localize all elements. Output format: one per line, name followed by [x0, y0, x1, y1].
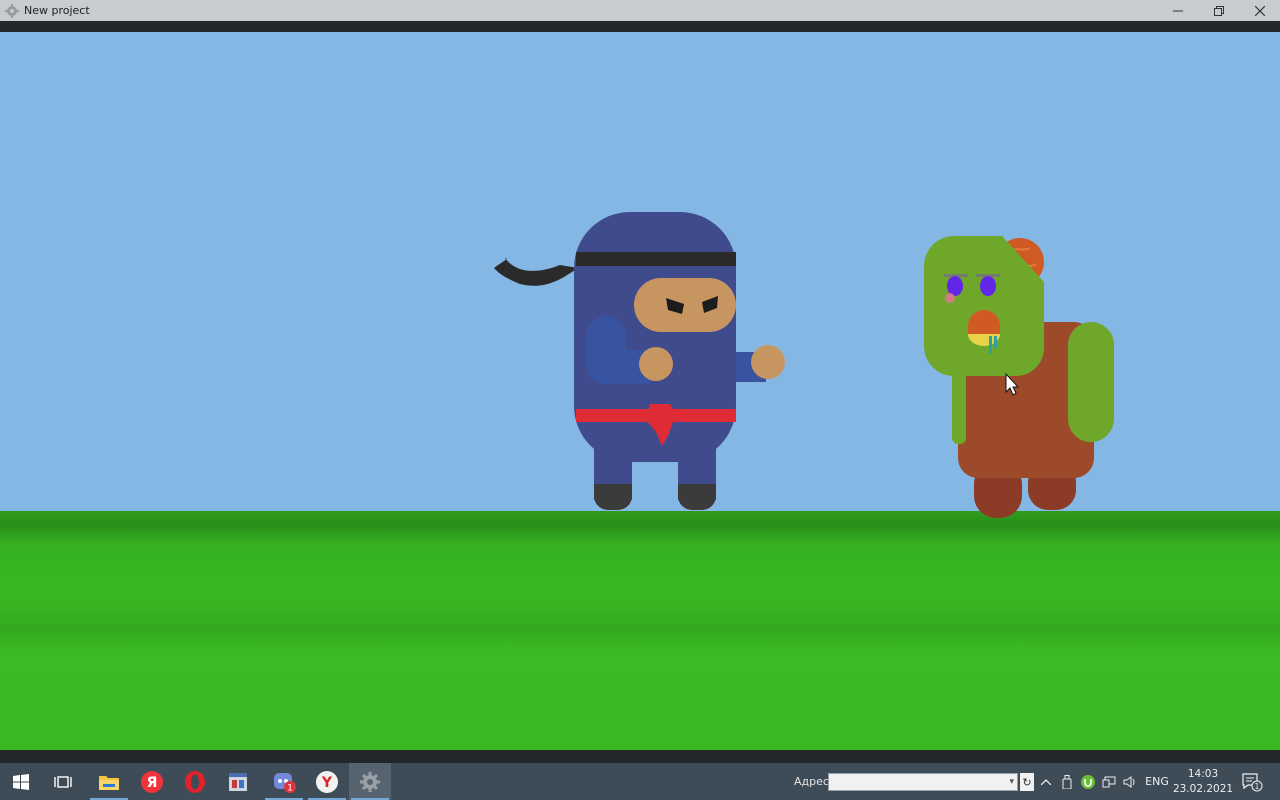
windows-taskbar: Я 1 Y Адрес ▾ ↻ ENG 14:03 23.02.2021 1 — [0, 763, 1280, 800]
close-icon — [1254, 5, 1265, 16]
svg-text:Y: Y — [321, 775, 333, 791]
discord-icon: 1 — [274, 772, 296, 793]
zombie-eye-right — [980, 276, 996, 296]
show-hidden-icons-button[interactable] — [1038, 763, 1054, 800]
yandex-browser-button[interactable]: Y — [306, 763, 348, 800]
taskbar-clock[interactable]: 14:03 23.02.2021 — [1172, 767, 1234, 797]
yandex-icon: Я — [141, 770, 163, 793]
task-view-icon — [54, 775, 72, 788]
start-button[interactable] — [0, 763, 42, 800]
minimize-icon — [1172, 10, 1183, 11]
zombie-arm-back — [952, 370, 966, 444]
chevron-up-icon — [1041, 778, 1051, 785]
network-icon — [1102, 776, 1116, 787]
discord-button[interactable]: 1 — [263, 763, 305, 800]
restore-button[interactable] — [1198, 0, 1239, 21]
app-window-icon — [229, 772, 247, 791]
opera-button[interactable] — [174, 763, 216, 800]
viewport-top-border — [0, 21, 1280, 32]
viewport-bottom-border — [0, 750, 1280, 763]
restore-icon — [1213, 5, 1224, 16]
task-view-button[interactable] — [42, 763, 84, 800]
notification-icon: 1 — [1242, 772, 1263, 791]
action-center-button[interactable]: 1 — [1236, 763, 1268, 800]
clock-time: 14:03 — [1187, 768, 1219, 780]
game-scene — [0, 32, 1280, 750]
close-button[interactable] — [1239, 0, 1280, 21]
game-viewport[interactable] — [0, 32, 1280, 750]
tray-volume-button[interactable] — [1121, 763, 1139, 800]
yandex-button[interactable]: Я — [131, 763, 173, 800]
ninja-headband — [576, 252, 736, 266]
minimize-button[interactable] — [1157, 0, 1198, 21]
svg-text:1: 1 — [287, 783, 293, 793]
ninja-hand-left — [639, 347, 673, 381]
address-toolbar-label: Адрес — [794, 775, 829, 788]
ninja-hand-right — [751, 345, 785, 379]
tray-network-button[interactable] — [1100, 763, 1118, 800]
svg-text:1: 1 — [1255, 782, 1260, 791]
game-engine-button[interactable] — [349, 763, 391, 800]
zombie-eye-left — [947, 276, 963, 296]
svg-text:Я: Я — [147, 775, 158, 791]
speaker-icon — [1123, 775, 1135, 788]
ninja-foot-right — [678, 484, 716, 510]
ninja-foot-left — [594, 484, 632, 510]
language-label: ENG — [1145, 775, 1169, 788]
zombie-drool — [989, 336, 992, 354]
chevron-down-icon[interactable]: ▾ — [1009, 777, 1014, 787]
zombie-arm-front — [1068, 322, 1114, 442]
tray-usb-icon-button[interactable] — [1058, 763, 1076, 800]
opera-icon — [185, 770, 205, 793]
refresh-button[interactable]: ↻ — [1020, 773, 1034, 791]
app-gear-icon — [5, 3, 19, 18]
clock-date: 23.02.2021 — [1172, 783, 1234, 795]
language-indicator[interactable]: ENG — [1142, 763, 1172, 800]
usb-drive-icon — [1062, 774, 1072, 789]
tray-utorrent-button[interactable] — [1079, 763, 1097, 800]
utorrent-icon — [1081, 774, 1095, 789]
yandex-browser-icon: Y — [316, 770, 338, 793]
game-engine-icon — [360, 771, 380, 792]
refresh-icon: ↻ — [1022, 775, 1032, 789]
app-window-button[interactable] — [217, 763, 259, 800]
file-explorer-button[interactable] — [88, 763, 130, 800]
grass-ground — [0, 511, 1280, 750]
start-icon — [13, 773, 29, 790]
address-input[interactable]: ▾ — [828, 773, 1018, 791]
window-title: New project — [24, 4, 90, 17]
ninja-face — [634, 278, 736, 332]
file-explorer-icon — [99, 775, 119, 790]
window-titlebar: New project — [0, 0, 1280, 21]
